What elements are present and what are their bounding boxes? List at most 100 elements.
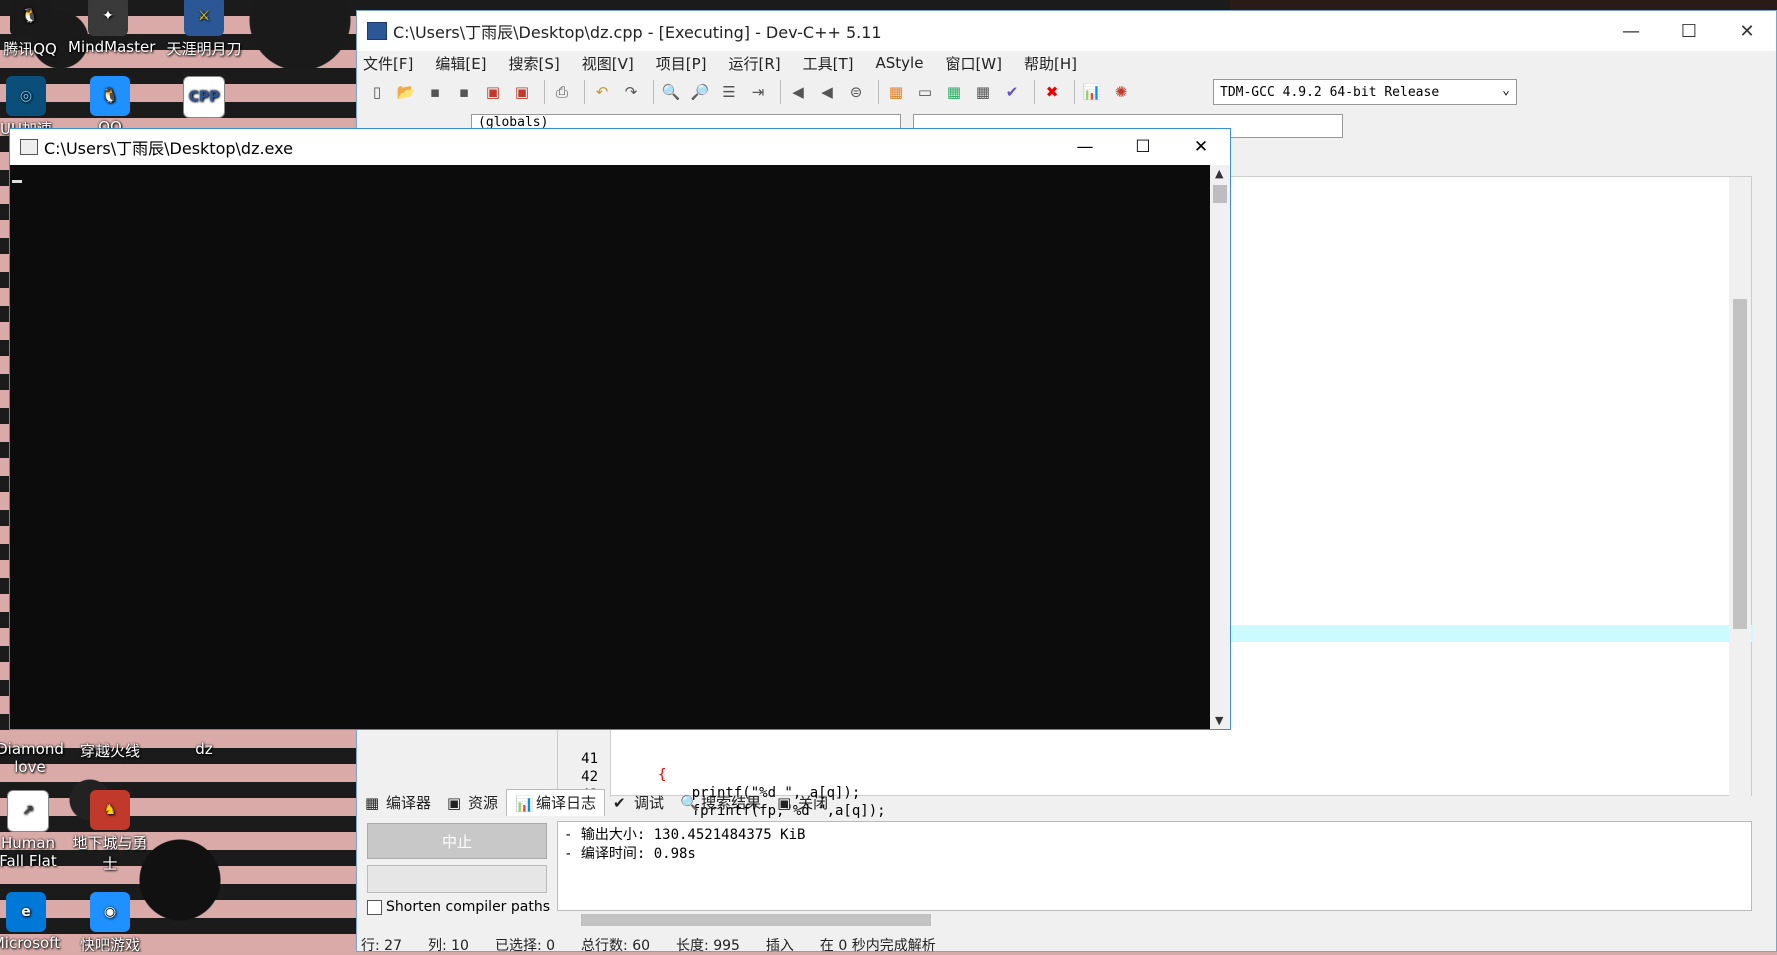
open-file-icon[interactable]: 📂	[394, 80, 418, 104]
console-scroll-thumb[interactable]	[1213, 185, 1227, 203]
compile-icon[interactable]: ▦	[884, 80, 908, 104]
bookmark-next-icon[interactable]: ◀	[815, 80, 839, 104]
undo-icon[interactable]: ↶	[590, 80, 614, 104]
menu-edit[interactable]: 编辑[E]	[435, 53, 486, 74]
menu-search[interactable]: 搜索[S]	[509, 53, 560, 74]
minimize-button[interactable]: —	[1602, 11, 1660, 51]
log-horizontal-scrollbar[interactable]	[557, 911, 1752, 929]
devcpp-titlebar[interactable]: C:\Users\丁雨辰\Desktop\dz.cpp - [Executing…	[357, 11, 1776, 51]
log-line: - 输出大小: 130.4521484375 KiB	[564, 827, 806, 843]
toolbar-separator	[653, 80, 654, 104]
search-icon: 🔍	[680, 794, 699, 812]
console-output-area[interactable]	[10, 165, 1210, 729]
run-icon[interactable]: ▭	[913, 80, 937, 104]
log-scroll-thumb[interactable]	[581, 914, 931, 926]
editor-scroll-thumb[interactable]	[1733, 299, 1747, 629]
maximize-button[interactable]: ☐	[1660, 11, 1718, 51]
editor-vertical-scrollbar[interactable]	[1729, 177, 1751, 797]
desktop-icon-qq[interactable]: 🐧 腾讯QQ	[0, 0, 70, 59]
compile-log-output[interactable]: - 输出大小: 130.4521484375 KiB - 编译时间: 0.98s	[557, 821, 1752, 911]
bottom-tabs: ▦ 编译器 ▣ 资源 📊 编译日志 ✔ 调试 🔍 搜索结果 ▣ 关闭	[357, 788, 1777, 816]
desktop-icon-cf[interactable]: 穿越火线	[70, 740, 150, 761]
save-icon[interactable]: ▪	[423, 80, 447, 104]
shorten-paths-checkbox[interactable]: Shorten compiler paths	[367, 899, 550, 915]
profile-icon[interactable]: 📊	[1080, 80, 1104, 104]
stop-execution-icon[interactable]: ✖	[1040, 80, 1064, 104]
devcpp-window-title: C:\Users\丁雨辰\Desktop\dz.cpp - [Executing…	[393, 23, 882, 42]
qq-penguin-icon: 🐧	[90, 76, 130, 116]
toolbar-separator	[780, 80, 781, 104]
replace-icon[interactable]: 🔎	[688, 80, 712, 104]
menu-file[interactable]: 文件[F]	[363, 53, 413, 74]
edge-browser-icon: e	[6, 892, 46, 932]
status-selected: 已选择: 0	[494, 938, 556, 954]
console-minimize-button[interactable]: —	[1056, 129, 1114, 165]
status-col: 列: 10	[427, 938, 469, 954]
kuaiba-game-icon: ◉	[90, 892, 130, 932]
desktop-icon-dnf[interactable]: ♞ 地下城与勇士	[70, 790, 150, 874]
close-button[interactable]: ✕	[1718, 11, 1776, 51]
desktop-icon-dz[interactable]: dz	[164, 740, 244, 758]
console-vertical-scrollbar[interactable]: ▲ ▼	[1210, 165, 1230, 729]
desktop-icon-kuaiba[interactable]: ◉ 快吧游戏	[70, 892, 150, 952]
toolbar-separator	[1074, 80, 1075, 104]
desktop-icon-cpp[interactable]: CPP	[164, 76, 244, 120]
new-file-icon[interactable]: ▯	[365, 80, 389, 104]
status-parse-time: 在 0 秒内完成解析	[819, 938, 936, 954]
compile-run-icon[interactable]: ▦	[942, 80, 966, 104]
redo-icon[interactable]: ↷	[619, 80, 643, 104]
menu-tools[interactable]: 工具[T]	[803, 53, 854, 74]
desktop-icon-tianya[interactable]: ⚔ 天涯明月刀	[164, 0, 244, 59]
check-icon: ✔	[613, 794, 626, 812]
uu-accelerator-icon: ◎	[6, 76, 46, 116]
console-maximize-button[interactable]: ☐	[1114, 129, 1172, 165]
abort-button[interactable]: 中止	[367, 823, 547, 859]
status-insert-mode: 插入	[765, 938, 794, 954]
scroll-down-icon[interactable]: ▼	[1215, 714, 1223, 727]
console-close-button[interactable]: ✕	[1172, 129, 1230, 165]
goto-line-icon[interactable]: ⇥	[746, 80, 770, 104]
menu-view[interactable]: 视图[V]	[582, 53, 634, 74]
status-length: 长度: 995	[676, 938, 740, 954]
tab-compiler[interactable]: ▦ 编译器	[357, 789, 439, 815]
save-all-icon[interactable]: ▪	[452, 80, 476, 104]
tab-debug[interactable]: ✔ 调试	[605, 789, 672, 815]
checkbox-box[interactable]	[367, 899, 382, 915]
shortcut-file-icon: ↗	[7, 790, 49, 832]
compiler-select[interactable]: TDM-GCC 4.9.2 64-bit Release ⌄	[1213, 79, 1517, 105]
toggle-comment-icon[interactable]: ⊜	[844, 80, 868, 104]
status-row: 行: 27	[361, 938, 402, 954]
close-file-icon[interactable]: ▣	[481, 80, 505, 104]
print-icon[interactable]: ⎙	[550, 80, 574, 104]
tab-compile-log[interactable]: 📊 编译日志	[506, 788, 606, 816]
delete-profile-icon[interactable]: ✺	[1109, 80, 1133, 104]
chart-icon: 📊	[515, 794, 534, 813]
indent-icon[interactable]: ☰	[717, 80, 741, 104]
console-titlebar[interactable]: C:\Users\丁雨辰\Desktop\dz.exe — ☐ ✕	[10, 129, 1230, 165]
desktop-icon-mindmaster[interactable]: ✦ MindMaster	[68, 0, 155, 56]
syntax-check-icon[interactable]: ✔	[1000, 80, 1024, 104]
mindmap-icon: ✦	[88, 0, 128, 36]
status-total-lines: 总行数: 60	[581, 938, 651, 954]
menu-project[interactable]: 项目[P]	[656, 53, 707, 74]
menu-run[interactable]: 运行[R]	[728, 53, 780, 74]
scroll-up-icon[interactable]: ▲	[1215, 167, 1223, 180]
menu-astyle[interactable]: AStyle	[876, 54, 924, 72]
tab-resources[interactable]: ▣ 资源	[439, 789, 506, 815]
menu-help[interactable]: 帮助[H]	[1024, 53, 1077, 74]
cpp-file-icon: CPP	[183, 76, 225, 118]
rebuild-icon[interactable]: ▦	[971, 80, 995, 104]
penguin-icon: 🐧	[10, 0, 50, 36]
close-panel-icon: ▣	[777, 794, 792, 812]
tab-search-results[interactable]: 🔍 搜索结果	[672, 789, 769, 815]
desktop-icon-edge[interactable]: e Microsoft	[0, 892, 66, 952]
desktop-icon-diamond[interactable]: Diamond love	[0, 740, 70, 776]
find-icon[interactable]: 🔍	[659, 80, 683, 104]
close-all-icon[interactable]: ▣	[510, 80, 534, 104]
bookmark-prev-icon[interactable]: ◀	[786, 80, 810, 104]
console-app-icon	[20, 139, 38, 155]
menu-window[interactable]: 窗口[W]	[945, 53, 1002, 74]
desktop-icon-human-fall-flat[interactable]: ↗ Human Fall Flat	[0, 790, 68, 870]
desktop-icon-qq-2[interactable]: 🐧 QQ	[70, 76, 150, 136]
tab-close[interactable]: ▣ 关闭	[769, 789, 836, 815]
